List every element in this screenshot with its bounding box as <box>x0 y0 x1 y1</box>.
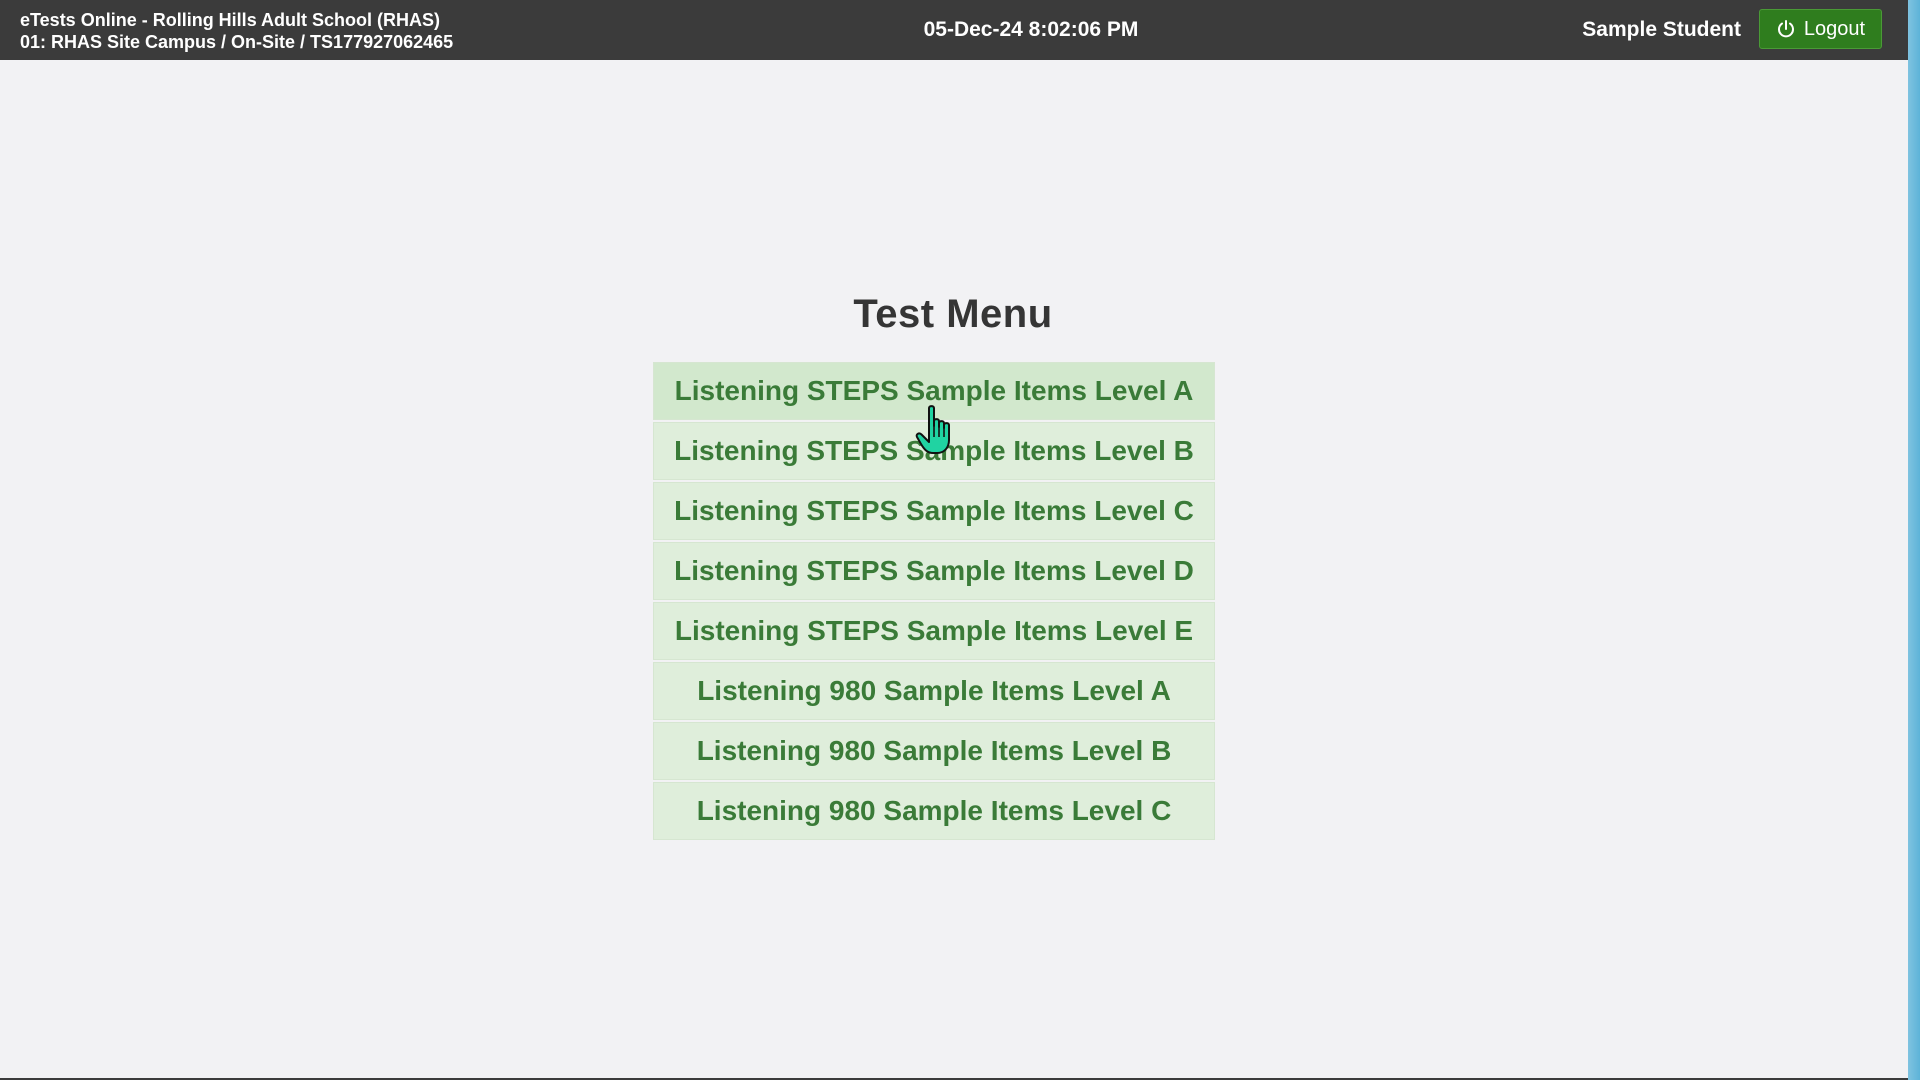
test-menu-item[interactable]: Listening 980 Sample Items Level C <box>653 782 1215 840</box>
test-menu-item[interactable]: Listening 980 Sample Items Level A <box>653 662 1215 720</box>
test-menu-item[interactable]: Listening STEPS Sample Items Level D <box>653 542 1215 600</box>
user-name: Sample Student <box>1582 18 1741 41</box>
power-icon <box>1776 19 1796 39</box>
test-menu-item[interactable]: Listening STEPS Sample Items Level C <box>653 482 1215 540</box>
app-window: eTests Online - Rolling Hills Adult Scho… <box>0 0 1920 1080</box>
logout-button[interactable]: Logout <box>1759 9 1882 49</box>
test-menu-list: Listening STEPS Sample Items Level A Lis… <box>653 362 1215 842</box>
test-menu-item[interactable]: Listening 980 Sample Items Level B <box>653 722 1215 780</box>
window-edge <box>1908 0 1920 1080</box>
test-menu-item[interactable]: Listening STEPS Sample Items Level A <box>653 362 1215 420</box>
test-menu-item[interactable]: Listening STEPS Sample Items Level E <box>653 602 1215 660</box>
top-bar: eTests Online - Rolling Hills Adult Scho… <box>0 0 1908 60</box>
page-title: Test Menu <box>853 292 1053 336</box>
logout-label: Logout <box>1803 17 1866 40</box>
test-menu-item[interactable]: Listening STEPS Sample Items Level B <box>653 422 1215 480</box>
